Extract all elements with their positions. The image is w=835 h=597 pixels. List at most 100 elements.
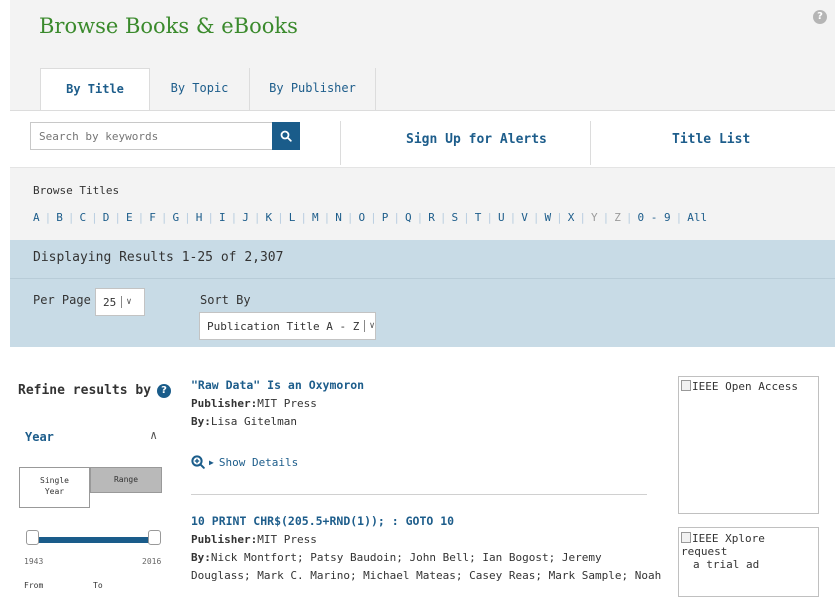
letter-link-0-9[interactable]: 0 - 9	[638, 211, 671, 224]
result-authors: By:Lisa Gitelman	[191, 415, 647, 428]
publisher-value: MIT Press	[257, 397, 317, 410]
sort-by-select[interactable]: Publication Title A - Z ∨	[199, 312, 376, 340]
result-publisher: Publisher:MIT Press	[191, 533, 647, 546]
broken-image-icon	[681, 380, 691, 391]
letter-link-r[interactable]: R	[428, 211, 435, 224]
search-row: Sign Up for Alerts Title List	[10, 111, 835, 168]
publisher-label: Publisher:	[191, 533, 258, 546]
result-authors: By:Nick Montfort; Patsy Baudoin; John Be…	[191, 551, 647, 564]
sort-by-label: Sort By	[200, 293, 251, 307]
letter-separator: |	[67, 211, 75, 224]
letter-link-n[interactable]: N	[335, 211, 342, 224]
letter-link-m[interactable]: M	[312, 211, 319, 224]
letter-link-h[interactable]: H	[196, 211, 203, 224]
letter-link-f[interactable]: F	[149, 211, 156, 224]
letter-separator: |	[114, 211, 121, 224]
divider	[590, 121, 591, 165]
search-button[interactable]	[272, 122, 300, 150]
letter-link-o[interactable]: O	[359, 211, 366, 224]
year-filter-label[interactable]: Year	[25, 430, 54, 444]
title-list-link[interactable]: Title List	[672, 132, 750, 147]
result-title[interactable]: 10 PRINT CHR$(205.5+RND(1)); : GOTO 10	[191, 514, 647, 528]
letter-link-l[interactable]: L	[289, 211, 296, 224]
year-slider-max-handle[interactable]	[148, 530, 161, 545]
result-title[interactable]: "Raw Data" Is an Oxymoron	[191, 378, 647, 392]
ad-trial[interactable]: IEEE Xplore request a trial ad	[678, 527, 819, 597]
per-page-select[interactable]: 25 ∨	[95, 288, 145, 316]
letter-separator: |	[277, 211, 284, 224]
tab-by-publisher[interactable]: By Publisher	[250, 68, 376, 110]
publisher-value: MIT Press	[257, 533, 317, 546]
letter-separator: |	[91, 211, 98, 224]
letter-link-y: Y	[591, 211, 598, 224]
letter-separator: |	[300, 211, 307, 224]
letter-separator: |	[602, 211, 610, 224]
per-page-value: 25	[103, 295, 117, 309]
letter-link-d[interactable]: D	[103, 211, 110, 224]
authors-value: Lisa Gitelman	[210, 415, 297, 428]
publisher-label: Publisher:	[191, 397, 258, 410]
ad-alt-text: IEEE Xplore request	[681, 532, 765, 558]
letter-separator: |	[137, 211, 145, 224]
year-min-label: 1943	[24, 557, 44, 566]
help-icon[interactable]: ?	[813, 10, 827, 24]
letter-separator: |	[579, 211, 586, 224]
caret-right-icon: ▶	[209, 457, 214, 467]
by-label: By:	[191, 551, 211, 564]
result-item: "Raw Data" Is an Oxymoron Publisher:MIT …	[191, 378, 647, 428]
chevron-down-icon: ∨	[369, 321, 375, 331]
letter-link-g[interactable]: G	[173, 211, 180, 224]
question-icon[interactable]: ?	[157, 383, 172, 398]
letter-separator: |	[556, 211, 563, 224]
letter-separator: |	[370, 211, 377, 224]
result-item: 10 PRINT CHR$(205.5+RND(1)); : GOTO 10 P…	[191, 514, 661, 582]
letter-link-u[interactable]: U	[498, 211, 505, 224]
letter-separator: |	[346, 211, 354, 224]
sort-by-value: Publication Title A - Z	[207, 319, 360, 333]
letter-link-all[interactable]: All	[687, 211, 707, 224]
letter-separator: |	[532, 211, 540, 224]
chevron-down-icon: ∨	[126, 297, 132, 307]
ad-alt-text-continued: a trial ad	[693, 558, 760, 571]
letter-separator: |	[323, 211, 331, 224]
letter-link-x[interactable]: X	[568, 211, 575, 224]
letter-separator: |	[509, 211, 517, 224]
letter-separator: |	[675, 211, 683, 224]
letter-link-c[interactable]: C	[80, 211, 87, 224]
search-input[interactable]	[31, 123, 271, 149]
alphabet-nav: A | B | C | D | E | F | G | H | I | J | K | L | M | N | O | P | Q | R | S | T |…	[33, 211, 707, 224]
letter-link-k[interactable]: K	[266, 211, 273, 224]
ad-alt-text: IEEE Open Access	[692, 380, 798, 393]
tab-by-title[interactable]: By Title	[40, 68, 150, 111]
show-details-link[interactable]: ▶ Show Details	[191, 455, 298, 469]
divider	[340, 121, 341, 165]
range-option[interactable]: Range	[90, 467, 162, 493]
letter-link-w[interactable]: W	[545, 211, 552, 224]
letter-link-j[interactable]: J	[242, 211, 249, 224]
ad-open-access[interactable]: IEEE Open Access	[678, 376, 819, 514]
chevron-up-icon[interactable]: ∧	[150, 428, 157, 442]
letter-link-e[interactable]: E	[126, 211, 133, 224]
result-divider	[191, 494, 647, 495]
letter-link-v[interactable]: V	[521, 211, 528, 224]
year-slider-min-handle[interactable]	[26, 530, 39, 545]
year-mode-toggle: Single Year Range	[19, 467, 162, 508]
single-year-option[interactable]: Single Year	[19, 467, 90, 508]
letter-separator: |	[160, 211, 168, 224]
browse-tabs: By Title By Topic By Publisher	[40, 68, 376, 111]
letter-link-s[interactable]: S	[452, 211, 459, 224]
sign-up-alerts-link[interactable]: Sign Up for Alerts	[406, 132, 547, 147]
year-slider-track[interactable]	[35, 537, 157, 543]
year-max-label: 2016	[142, 557, 162, 566]
letter-link-a[interactable]: A	[33, 211, 40, 224]
letter-link-b[interactable]: B	[56, 211, 63, 224]
letter-separator: |	[207, 211, 214, 224]
page-title: Browse Books & eBooks	[39, 14, 298, 38]
letter-separator: |	[44, 211, 52, 224]
letter-link-q[interactable]: Q	[405, 211, 412, 224]
letter-link-t[interactable]: T	[475, 211, 482, 224]
letter-link-p[interactable]: P	[382, 211, 389, 224]
per-page-label: Per Page	[33, 293, 91, 307]
tab-by-topic[interactable]: By Topic	[150, 68, 250, 110]
letter-link-i[interactable]: I	[219, 211, 226, 224]
